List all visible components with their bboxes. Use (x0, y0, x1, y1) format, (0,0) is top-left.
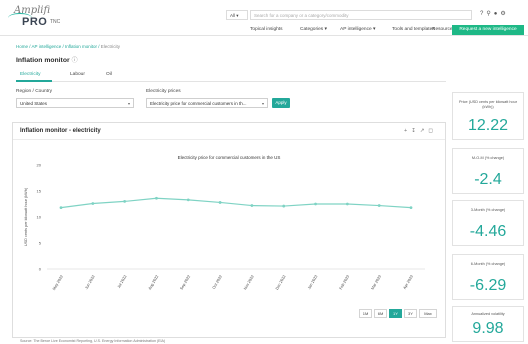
x-tick-label: Jun 2022 (84, 275, 95, 291)
settings-icon[interactable]: ⚙ (500, 11, 508, 17)
data-point (314, 202, 317, 206)
metric-card-3month: 3-Month (% change) -4.46 (452, 200, 524, 246)
breadcrumb-current: Electricity (100, 44, 121, 49)
metric-label: 3-Month (% change) (470, 208, 506, 212)
chevron-down-icon: ▾ (261, 101, 264, 106)
metric-value: 9.98 (472, 320, 504, 337)
data-point (282, 204, 286, 208)
x-tick-label: Aug 2022 (148, 275, 160, 291)
header-icons: ?⚲●⚙ (480, 10, 509, 17)
data-point (218, 201, 222, 204)
y-tick-label: 0 (39, 267, 42, 272)
line-chart: 0 5 10 15 20 USD cents per kilowatt hour (kWh… (24, 163, 425, 291)
x-tick-label: Nov 2022 (243, 275, 255, 291)
data-point (155, 196, 158, 200)
metric-card-price: Price (USD cents per kilowatt hour (kWh)… (452, 92, 524, 140)
nav-ap-intelligence[interactable]: AP intelligence ▾ (340, 27, 375, 32)
info-icon[interactable]: ⓘ (72, 58, 78, 64)
data-point (345, 202, 349, 206)
data-point (377, 204, 381, 207)
data-point (59, 206, 63, 210)
region-label: Region / Country (16, 89, 52, 94)
nav-topical-insights[interactable]: Topical insights (250, 27, 283, 32)
metric-label: Price (USD cents per kilowatt hour (kWh)… (458, 100, 518, 109)
x-tick-label: Apr 2023 (403, 275, 414, 290)
data-point (91, 202, 95, 205)
data-point (123, 200, 127, 203)
metric-card-6month: 6-Month (% change) -6.29 (452, 254, 524, 300)
logo-main-text: PRO (22, 16, 48, 28)
chart-card: Inflation monitor - electricity +↧↗◻ Ele… (12, 122, 446, 338)
metric-value: 12.22 (467, 117, 509, 134)
breadcrumb-ap-intelligence[interactable]: AP intelligence (32, 44, 62, 49)
breadcrumb-inflation-monitor[interactable]: Inflation monitor (65, 44, 97, 49)
breadcrumb: Home / AP intelligence / Inflation monit… (16, 44, 121, 49)
range-button-max[interactable]: Max (419, 309, 437, 318)
data-point (409, 206, 413, 210)
nav-categories[interactable]: Categories ▾ (300, 27, 327, 32)
breadcrumb-home[interactable]: Home (16, 44, 28, 49)
tab-electricity[interactable]: Electricity (20, 72, 41, 77)
y-tick-label: 10 (37, 215, 42, 220)
tab-labour[interactable]: Labour (70, 72, 85, 77)
electricity-price-select[interactable]: Electricity price for commercial custome… (146, 98, 268, 108)
y-tick-label: 5 (39, 241, 42, 246)
x-tick-label: Sep 2022 (180, 275, 192, 291)
x-tick-label: Oct 2022 (212, 275, 223, 290)
series-line (60, 197, 412, 209)
range-button-1m[interactable]: 1M (359, 309, 372, 318)
metric-value: -4.46 (469, 223, 507, 240)
apply-button[interactable]: Apply (272, 98, 290, 108)
data-point (250, 204, 254, 207)
metric-card-volatility: Annualized volatility 9.98 (452, 306, 524, 342)
metric-card-mom: M-O-M (% change) -2.4 (452, 148, 524, 194)
top-header: Amplifi PRO TNC All ▾ Search for a compa… (0, 0, 528, 36)
metric-value: -2.4 (474, 171, 502, 188)
nav-tools-templates[interactable]: Tools and templates (392, 27, 435, 32)
search-input[interactable]: Search for a company or a category/commo… (250, 10, 472, 20)
metric-label: 6-Month (% change) (470, 262, 506, 266)
range-button-6m[interactable]: 6M (374, 309, 387, 318)
x-tick-label: Mar 2023 (371, 275, 382, 291)
tab-oil[interactable]: Oil (106, 72, 112, 77)
data-point (186, 198, 190, 202)
electricity-prices-label: Electricity prices (146, 89, 181, 94)
x-tick-label: Jan 2023 (307, 275, 318, 291)
amplifi-pro-logo[interactable]: Amplifi PRO TNC (8, 5, 66, 33)
logo-top-text: Amplifi (14, 5, 51, 16)
range-button-3y[interactable]: 3Y (404, 309, 417, 318)
metric-label: M-O-M (% change) (471, 156, 505, 160)
metric-value: -6.29 (469, 277, 507, 294)
x-tick-label: Jul 2022 (117, 275, 128, 289)
y-tick-label: 15 (37, 189, 42, 194)
request-intelligence-button[interactable]: Request a new intelligence (452, 25, 524, 35)
region-select[interactable]: United States ▾ (16, 98, 134, 108)
page-title: Inflation monitor ⓘ (16, 57, 78, 64)
metrics-panel: Price (USD cents per kilowatt hour (kWh)… (452, 84, 524, 342)
data-source-note: Source: The Beroe Live Economist Reporti… (20, 339, 166, 343)
x-tick-label: May 2022 (52, 275, 64, 291)
category-tabs: Electricity Labour Oil (16, 70, 446, 82)
y-tick-label: 20 (37, 163, 42, 168)
search-icon[interactable]: ⚲ (486, 11, 493, 17)
x-tick-label: Dec 2022 (275, 275, 287, 291)
x-tick-label: Feb 2023 (339, 275, 350, 291)
chevron-down-icon: ▾ (127, 101, 130, 106)
y-axis-label: USD cents per kilowatt hour (kWh) (24, 187, 28, 246)
active-tab-indicator (16, 80, 52, 82)
logo-suffix-text: TNC (50, 19, 61, 25)
search-scope-select[interactable]: All ▾ (226, 10, 248, 20)
metric-label: Annualized volatility (471, 312, 505, 316)
range-button-1y[interactable]: 1Y (389, 309, 402, 318)
